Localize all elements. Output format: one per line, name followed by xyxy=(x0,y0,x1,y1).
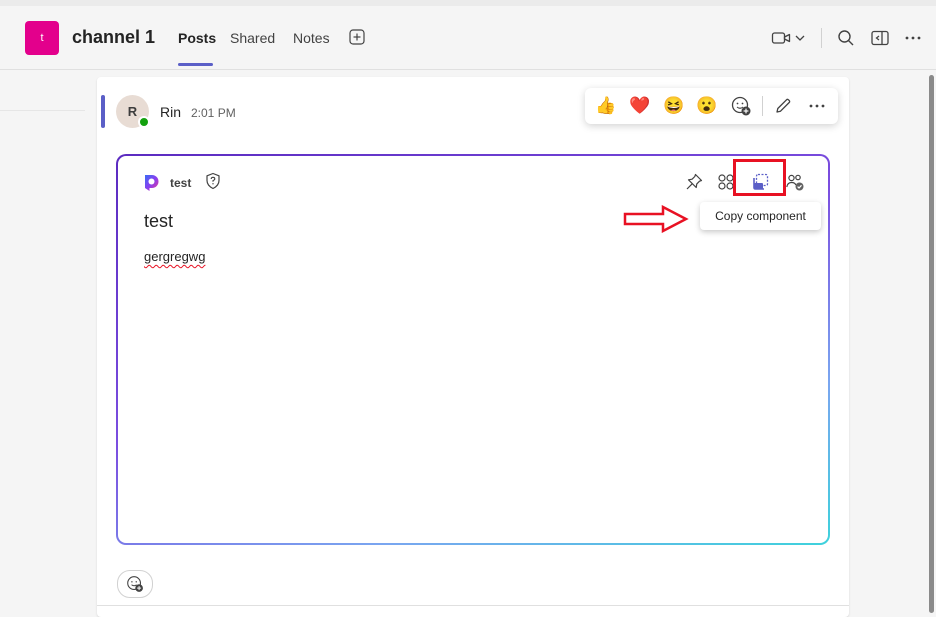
add-reaction-button[interactable] xyxy=(117,570,153,598)
heart-reaction-button[interactable]: ❤️ xyxy=(629,95,651,117)
annotation-highlight-box xyxy=(733,159,786,196)
active-tab-indicator xyxy=(178,63,213,66)
edit-pencil-icon[interactable] xyxy=(773,96,793,116)
loop-logo-icon xyxy=(145,175,159,191)
collaborators-icon[interactable] xyxy=(785,172,805,192)
scrollbar[interactable] xyxy=(929,75,934,613)
post-accent-bar xyxy=(101,95,105,128)
author-name[interactable]: Rin xyxy=(160,104,181,120)
annotation-arrow xyxy=(623,205,689,233)
shield-question-icon[interactable] xyxy=(204,172,222,190)
tab-notes[interactable]: Notes xyxy=(293,30,330,46)
left-panel-divider xyxy=(0,110,85,111)
add-reaction-icon[interactable] xyxy=(730,95,752,117)
header-divider xyxy=(821,28,822,48)
search-icon[interactable] xyxy=(836,28,856,48)
toolbar-divider xyxy=(762,96,763,116)
reply-divider xyxy=(97,605,849,606)
like-reaction-button[interactable]: 👍 xyxy=(595,95,617,117)
video-icon[interactable] xyxy=(771,28,791,48)
add-reaction-icon xyxy=(127,576,143,592)
tab-shared[interactable]: Shared xyxy=(230,30,275,46)
more-options-icon[interactable] xyxy=(807,96,827,116)
team-avatar[interactable]: t xyxy=(25,21,59,55)
left-panel-edge xyxy=(0,70,85,613)
laugh-reaction-button[interactable]: 😆 xyxy=(663,95,685,117)
post-timestamp: 2:01 PM xyxy=(191,106,236,120)
presence-available-icon xyxy=(138,116,150,128)
tab-posts[interactable]: Posts xyxy=(178,30,216,46)
more-icon[interactable] xyxy=(903,28,923,48)
copy-component-tooltip: Copy component xyxy=(700,202,821,230)
surprised-reaction-button[interactable]: 😮 xyxy=(696,95,718,117)
pin-icon[interactable] xyxy=(684,172,704,192)
add-tab-icon[interactable] xyxy=(349,29,365,45)
chevron-down-icon[interactable] xyxy=(793,28,807,48)
reaction-toolbar: 👍 ❤️ 😆 😮 xyxy=(585,88,838,124)
loop-app-name[interactable]: test xyxy=(170,176,191,190)
card-title[interactable]: test xyxy=(144,211,173,232)
card-body-text[interactable]: gergregwg xyxy=(144,249,205,264)
channel-title: channel 1 xyxy=(72,27,156,47)
pane-toggle-icon[interactable] xyxy=(870,28,890,48)
channel-header: t channel 1 Posts Shared Notes xyxy=(0,6,936,70)
